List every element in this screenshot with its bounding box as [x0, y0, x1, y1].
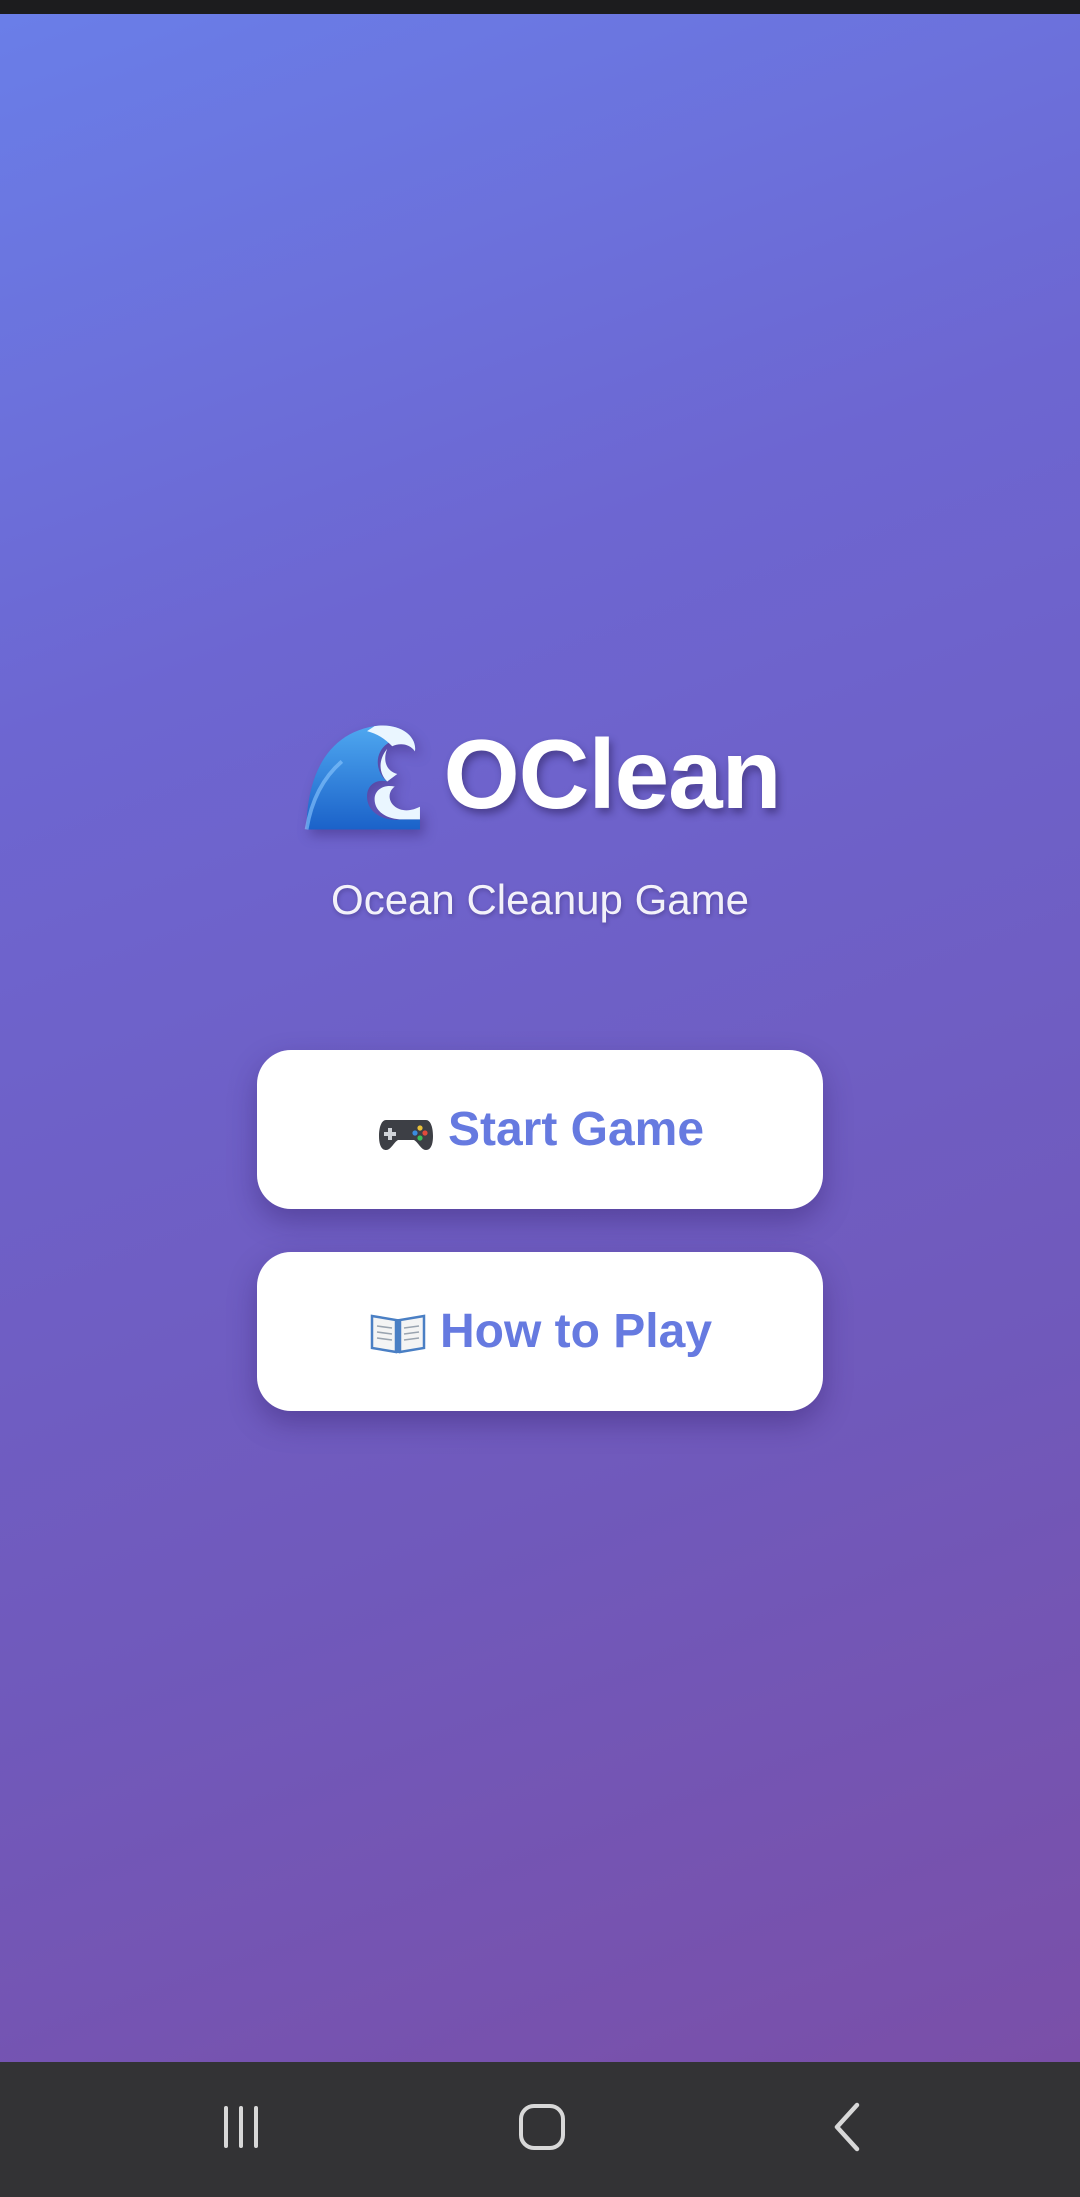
back-button[interactable]: [747, 2062, 947, 2197]
start-game-label: Start Game: [447, 1103, 705, 1156]
how-to-play-button[interactable]: How to Play: [257, 1252, 823, 1411]
home-button[interactable]: [442, 2062, 642, 2197]
app-subtitle: Ocean Cleanup Game: [331, 876, 749, 923]
back-icon: [827, 2101, 867, 2158]
home-icon: [517, 2102, 567, 2157]
start-game-button[interactable]: Start Game: [257, 1050, 823, 1209]
navigation-bar: [0, 2062, 1080, 2197]
open-book-icon: [368, 1302, 428, 1362]
app-header: OClean: [0, 704, 1080, 844]
status-bar: [0, 0, 1080, 14]
game-controller-icon: [376, 1100, 436, 1160]
app-title: OClean: [443, 719, 781, 829]
how-to-play-label: How to Play: [439, 1305, 713, 1358]
recents-icon: [218, 2104, 264, 2155]
recents-button[interactable]: [141, 2062, 341, 2197]
wave-icon: [299, 711, 425, 837]
main-menu-screen: OClean Ocean Cleanup Game Start Game How…: [0, 14, 1080, 2062]
